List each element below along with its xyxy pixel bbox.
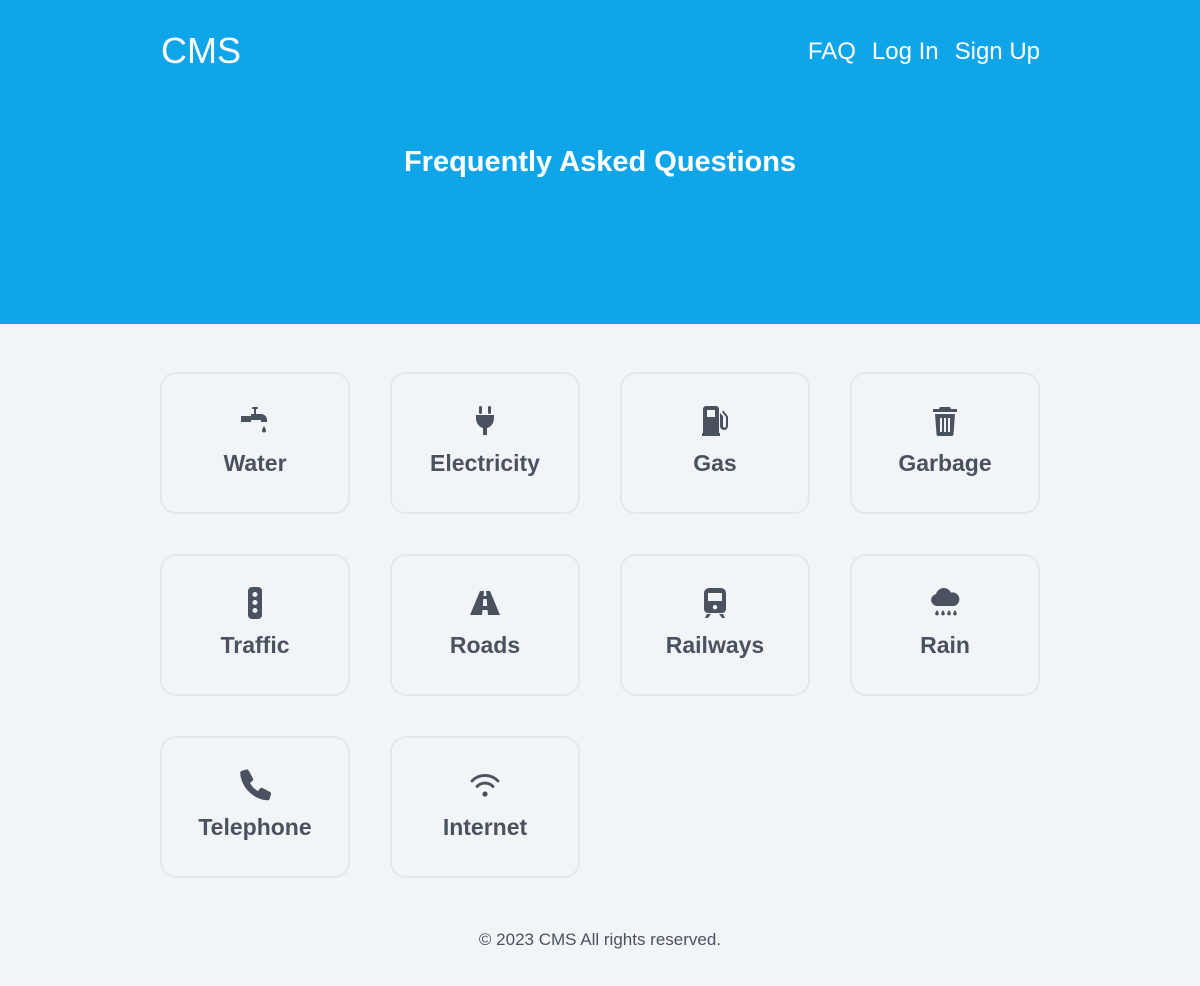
- category-label: Water: [223, 450, 287, 476]
- category-card-internet[interactable]: Internet: [390, 736, 580, 878]
- category-grid: Water Electricity Gas Garbage Traffic Ro…: [160, 372, 1040, 878]
- category-label: Roads: [449, 632, 521, 658]
- footer-copyright: © 2023 CMS All rights reserved.: [478, 930, 722, 949]
- category-card-water[interactable]: Water: [160, 372, 350, 514]
- faucet-icon: [238, 404, 272, 438]
- top-nav: FAQ Log In Sign Up: [808, 37, 1040, 67]
- category-label: Rain: [920, 632, 970, 658]
- gas-pump-icon: [698, 404, 732, 438]
- category-label: Railways: [665, 632, 765, 658]
- traffic-light-icon: [238, 586, 272, 620]
- nav-signup[interactable]: Sign Up: [955, 37, 1040, 67]
- category-card-railways[interactable]: Railways: [620, 554, 810, 696]
- category-card-garbage[interactable]: Garbage: [850, 372, 1040, 514]
- trash-icon: [928, 404, 962, 438]
- wifi-icon: [468, 768, 502, 802]
- category-label: Traffic: [220, 632, 290, 658]
- category-card-rain[interactable]: Rain: [850, 554, 1040, 696]
- page-title: Frequently Asked Questions: [403, 146, 797, 178]
- category-card-telephone[interactable]: Telephone: [160, 736, 350, 878]
- category-label: Electricity: [430, 450, 540, 476]
- hero-banner: CMS FAQ Log In Sign Up Frequently Asked …: [0, 0, 1200, 324]
- train-icon: [698, 586, 732, 620]
- category-card-gas[interactable]: Gas: [620, 372, 810, 514]
- nav-login[interactable]: Log In: [872, 37, 939, 67]
- cloud-rain-icon: [928, 586, 962, 620]
- phone-icon: [238, 768, 272, 802]
- category-card-traffic[interactable]: Traffic: [160, 554, 350, 696]
- category-label: Telephone: [198, 814, 312, 840]
- nav-faq[interactable]: FAQ: [808, 37, 856, 67]
- brand-logo[interactable]: CMS: [161, 31, 241, 71]
- category-card-electricity[interactable]: Electricity: [390, 372, 580, 514]
- category-label: Gas: [693, 450, 737, 476]
- plug-icon: [468, 404, 502, 438]
- category-card-roads[interactable]: Roads: [390, 554, 580, 696]
- road-icon: [468, 586, 502, 620]
- category-label: Garbage: [898, 450, 992, 476]
- category-label: Internet: [442, 814, 528, 840]
